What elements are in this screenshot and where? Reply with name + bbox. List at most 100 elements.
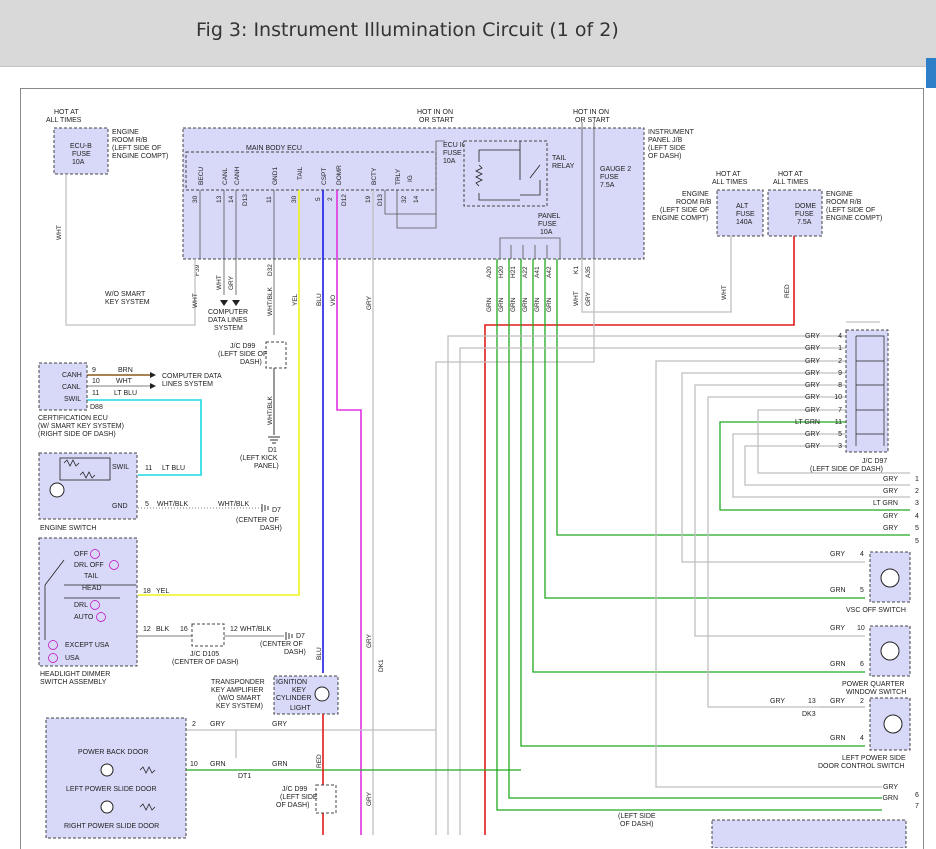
door-back-bulb-icon: [100, 763, 114, 777]
brn-label: BRN: [118, 367, 133, 374]
cert-num-10: 10: [92, 378, 100, 385]
pinnum-d12: D12: [341, 194, 348, 206]
engine-rb3-l1: ENGINE: [826, 191, 853, 198]
pinnum-5: 5: [315, 197, 322, 201]
ipjb-l1: INSTRUMENT: [648, 129, 695, 136]
tk-l2: KEY AMPLIFIER: [211, 687, 263, 694]
d97-row-pin: 7: [838, 407, 842, 414]
pinnum-2: 2: [327, 197, 334, 201]
pinnum-14b: 14: [413, 195, 420, 203]
d97-row-pin: 3: [838, 443, 842, 450]
gry-label-door: GRY: [210, 721, 225, 728]
ecu-pin-domr: DOMR: [336, 165, 343, 185]
lps-n13: 13: [808, 698, 816, 705]
cert-pin-swil: SWIL: [64, 396, 81, 403]
lps-gry: GRY: [830, 698, 845, 705]
smart-key-l1: W/O SMART: [105, 291, 146, 298]
d97-row-pin: 10: [834, 394, 842, 401]
ign-l1: IGNITION: [276, 679, 307, 686]
jb-pin-a41: A41: [534, 266, 541, 278]
wht-label-canl: WHT: [216, 275, 223, 290]
engine-rb2-l1: ENGINE: [682, 191, 709, 198]
ecuig1-l2: FUSE: [443, 150, 462, 157]
jc-d105-l2: (CENTER OF DASH): [172, 659, 239, 666]
ltblu-label-1: LT BLU: [114, 390, 137, 397]
ecub-fuse-l2: FUSE: [72, 151, 91, 158]
ecu-pin-canh: CANH: [234, 166, 241, 185]
ecu-pin-bcty: BCTY: [371, 167, 378, 185]
es-swil: SWIL: [112, 464, 129, 471]
main-body-ecu-label: MAIN BODY ECU: [246, 145, 302, 152]
d97-out-pin: 3: [915, 500, 919, 507]
vio-label-1: VIO: [330, 295, 337, 306]
lps-name-l2: DOOR CONTROL SWITCH: [818, 763, 904, 770]
jc-d99-box: [265, 341, 287, 369]
pq-p1: 10: [857, 625, 865, 632]
jc-d99b-l1: J/C D99: [282, 786, 307, 793]
grn-lbl-a20: GRN: [486, 297, 493, 312]
jc-d99-l3: DASH): [240, 359, 262, 366]
jc-d97-rows: GRY 4 GRY 1 GRY 2 GRY 9 GRY 8 GRY 10 GRY 7 LT GRN 11 GRY…: [795, 333, 842, 450]
tail-relay-l2: RELAY: [552, 163, 575, 170]
hot-always-2b: ALL TIMES: [712, 179, 748, 186]
d97-out-pin: 5: [915, 525, 919, 532]
grn-lbl-a41: GRN: [534, 297, 541, 312]
hl-name-l1: HEADLIGHT DIMMER: [40, 671, 110, 678]
red-lbl-dome: RED: [784, 284, 791, 298]
d97-row-pin: 11: [835, 419, 842, 426]
jb-pin-a42: A42: [546, 266, 553, 278]
d7a-l1: D7: [272, 507, 281, 514]
bottom-out-color: GRN: [882, 795, 898, 802]
lps-lamp-icon: [883, 714, 903, 734]
yel-label-2: YEL: [156, 588, 169, 595]
bottom-outputs: GRY 6 GRN 7: [882, 784, 919, 810]
left-side-dash-l1: (LEFT SIDE: [618, 813, 656, 820]
d97-out-color: LT GRN: [873, 500, 898, 507]
d97-out-color: GRY: [883, 476, 898, 483]
hl-off: OFF: [74, 551, 88, 558]
hot-always-3a: HOT AT: [778, 171, 803, 178]
hot-ign-2b: OR START: [575, 117, 610, 124]
hl-except-usa: EXCEPT USA: [65, 642, 110, 649]
gauge2-l3: 7.5A: [600, 182, 615, 189]
jc-d99-l2: (LEFT SIDE OF: [218, 351, 267, 358]
engine-switch-bulb-icon: [49, 482, 65, 498]
d97-row-pin: 9: [838, 370, 842, 377]
wire-gry-back: [186, 729, 436, 758]
engine-rb-l2: ROOM R/B: [112, 137, 148, 144]
d97-row-color: GRY: [805, 431, 820, 438]
pq-grn: GRN: [830, 661, 846, 668]
cert-name-l3: (RIGHT SIDE OF DASH): [38, 431, 116, 438]
d97-out-pin: 2: [915, 488, 919, 495]
es-num-5: 5: [145, 501, 149, 508]
ecu-pin-gnd1: GND1: [272, 167, 279, 185]
d7b-l2: (CENTER OF: [260, 641, 303, 648]
tk-l3: (W/O SMART: [218, 695, 261, 702]
lps-name-l1: LEFT POWER SIDE: [842, 755, 906, 762]
blu-label-1: BLU: [316, 293, 323, 306]
d97-row-color: GRY: [805, 370, 820, 377]
grn-lbl-a22: GRN: [522, 297, 529, 312]
lps-grn: GRN: [830, 735, 846, 742]
wht-label-cert: WHT: [116, 378, 133, 385]
cert-name-l1: CERTIFICATION ECU: [38, 415, 108, 422]
whtblk-label-3: WHT/BLK: [157, 501, 188, 508]
door-left: LEFT POWER SLIDE DOOR: [66, 786, 157, 793]
wht-lbl-alt: WHT: [721, 285, 728, 300]
es-num-11: 11: [145, 465, 152, 472]
d97-out-pin: 4: [915, 513, 919, 520]
power-doors-box: [45, 717, 187, 839]
door-right: RIGHT POWER SLIDE DOOR: [64, 823, 159, 830]
d97-out-pin: 1: [915, 476, 919, 483]
alt-fuse-l1: ALT: [736, 203, 749, 210]
bottom-out-color: GRY: [883, 784, 898, 791]
whtblk-label-5: WHT/BLK: [240, 626, 271, 633]
hot-ign-2a: HOT IN ON: [573, 109, 609, 116]
arrow-down-1: [220, 300, 240, 306]
dome-fuse-l2: FUSE: [795, 211, 814, 218]
alt-fuse-l2: FUSE: [736, 211, 755, 218]
alt-fuse-l3: 140A: [736, 219, 753, 226]
gry-label-door-2: GRY: [272, 721, 287, 728]
ecu-pin-cspt: CSPT: [321, 168, 328, 185]
wire-vio: [336, 190, 362, 835]
